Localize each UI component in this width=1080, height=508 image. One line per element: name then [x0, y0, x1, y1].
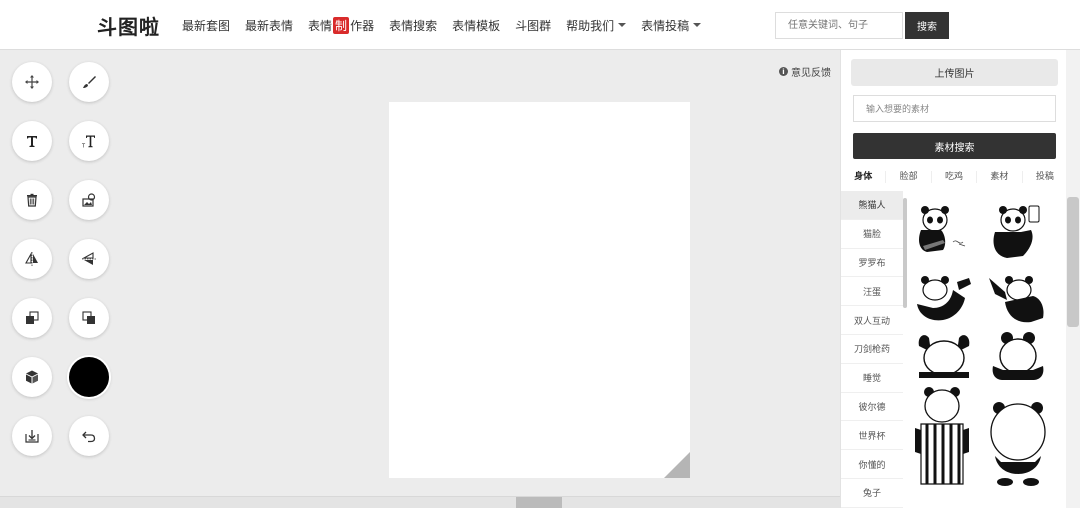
nav-help-us[interactable]: 帮助我们	[566, 17, 627, 34]
subcategory-item[interactable]: 熊猫人	[841, 191, 903, 220]
move-tool-button[interactable]	[12, 62, 52, 102]
brush-icon	[83, 76, 96, 88]
text-style-icon: T	[81, 135, 95, 150]
page-scrollbar-thumb[interactable]	[1067, 197, 1079, 327]
image-edit-icon	[82, 193, 96, 207]
cube-icon	[26, 370, 38, 384]
nav-submit-label: 表情投稿	[641, 18, 690, 33]
text-style-tool-button[interactable]: T	[69, 121, 109, 161]
panda-sticker-image[interactable]	[913, 384, 975, 494]
subcategory-item[interactable]: 彼尔德	[841, 393, 903, 422]
subcategory-item[interactable]: 刀剑枪药	[841, 335, 903, 364]
panda-sticker-image[interactable]	[987, 326, 1049, 388]
nav-help-label: 帮助我们	[566, 18, 615, 33]
send-backward-icon	[82, 311, 95, 324]
main-nav: 最新套图 最新表情 表情制作器 表情搜索 表情模板 斗图群 帮助我们 表情投稿	[182, 0, 716, 50]
nav-submit[interactable]: 表情投稿	[641, 17, 702, 34]
flip-vertical-tool-button[interactable]	[69, 239, 109, 279]
subcategory-list: 熊猫人 猫脸 罗罗布 汪蛋 双人互动 刀剑枪药 睡觉 彼尔德 世界杯 你懂的 兔…	[841, 191, 903, 508]
search-button[interactable]: 搜索	[905, 12, 949, 39]
subcategory-item[interactable]: 双人互动	[841, 306, 903, 335]
tab-material[interactable]: 素材	[977, 171, 1023, 183]
nav-latest-sets[interactable]: 最新套图	[182, 17, 230, 34]
download-icon	[25, 430, 39, 443]
tab-body[interactable]: 身体	[841, 171, 887, 183]
undo-icon	[82, 431, 96, 443]
subcategory-scrollbar[interactable]	[903, 198, 907, 308]
site-logo[interactable]: 斗图啦	[97, 11, 160, 40]
image-edit-tool-button[interactable]	[69, 180, 109, 220]
nav-maker-label-post: 作器	[350, 18, 375, 33]
panda-sticker-image[interactable]	[987, 268, 1049, 330]
search-input[interactable]	[775, 12, 903, 39]
undo-tool-button[interactable]	[69, 416, 109, 456]
send-backward-tool-button[interactable]	[69, 298, 109, 338]
nav-sticker-search[interactable]: 表情搜索	[389, 17, 437, 34]
brush-tool-button[interactable]	[69, 62, 109, 102]
subcategory-item[interactable]: 睡觉	[841, 364, 903, 393]
panda-sticker-image[interactable]	[987, 398, 1049, 494]
canvas-resize-handle[interactable]	[664, 452, 690, 478]
move-icon	[25, 75, 39, 89]
panda-sticker-image[interactable]	[987, 202, 1049, 264]
subcategory-item[interactable]: 世界杯	[841, 421, 903, 451]
horizontal-scrollbar-thumb[interactable]	[516, 497, 562, 508]
nav-maker-label-pre: 表情	[308, 18, 333, 33]
horizontal-scrollbar[interactable]	[0, 496, 840, 508]
3d-tool-button[interactable]	[12, 357, 52, 397]
material-search-input[interactable]: 输入想要的素材	[853, 95, 1056, 122]
subcategory-item[interactable]: 罗罗布	[841, 249, 903, 278]
nav-sticker-maker[interactable]: 表情制作器	[308, 16, 375, 34]
subcategory-item[interactable]: 兔子	[841, 479, 903, 508]
bring-forward-icon	[26, 311, 39, 324]
color-swatch[interactable]	[69, 357, 109, 397]
flip-horizontal-icon	[25, 251, 38, 266]
panda-sticker-image[interactable]	[913, 202, 975, 264]
tab-face[interactable]: 脸部	[886, 171, 932, 183]
tab-submit[interactable]: 投稿	[1023, 171, 1067, 183]
flip-horizontal-tool-button[interactable]	[12, 239, 52, 279]
upload-image-button[interactable]: 上传图片	[851, 59, 1058, 86]
nav-maker-badge: 制	[333, 16, 350, 34]
download-tool-button[interactable]	[12, 416, 52, 456]
trash-icon	[27, 193, 37, 207]
panda-sticker-image[interactable]	[913, 326, 975, 388]
top-navbar: 斗图啦 最新套图 最新表情 表情制作器 表情搜索 表情模板 斗图群 帮助我们 表…	[0, 0, 1080, 50]
flip-vertical-icon	[81, 252, 96, 265]
nav-latest-stickers[interactable]: 最新表情	[245, 17, 293, 34]
subcategory-item[interactable]: 猫脸	[841, 220, 903, 249]
text-icon	[27, 136, 37, 147]
feedback-label: 意见反馈	[791, 68, 831, 79]
subcategory-item[interactable]: 你懂的	[841, 450, 903, 479]
sticker-grid	[911, 196, 1061, 508]
tab-pubg[interactable]: 吃鸡	[932, 171, 978, 183]
nav-sticker-templates[interactable]: 表情模板	[452, 17, 500, 34]
feedback-link[interactable]: i 意见反馈	[779, 64, 831, 79]
material-search-button[interactable]: 素材搜索	[853, 133, 1056, 159]
chevron-down-icon	[618, 23, 627, 27]
svg-text:T: T	[81, 144, 86, 150]
category-tabs: 身体 脸部 吃鸡 素材 投稿	[841, 164, 1067, 190]
nav-sticker-groups[interactable]: 斗图群	[515, 17, 551, 34]
material-panel: 上传图片 输入想要的素材 素材搜索 身体 脸部 吃鸡 素材 投稿 熊猫人 猫脸 …	[840, 50, 1066, 508]
panda-sticker-image[interactable]	[913, 268, 975, 330]
bring-forward-tool-button[interactable]	[12, 298, 52, 338]
delete-tool-button[interactable]	[12, 180, 52, 220]
info-icon: i	[779, 67, 788, 76]
text-tool-button[interactable]	[12, 121, 52, 161]
editor-canvas[interactable]	[389, 102, 690, 478]
subcategory-item[interactable]: 汪蛋	[841, 277, 903, 307]
chevron-down-icon	[693, 23, 702, 27]
